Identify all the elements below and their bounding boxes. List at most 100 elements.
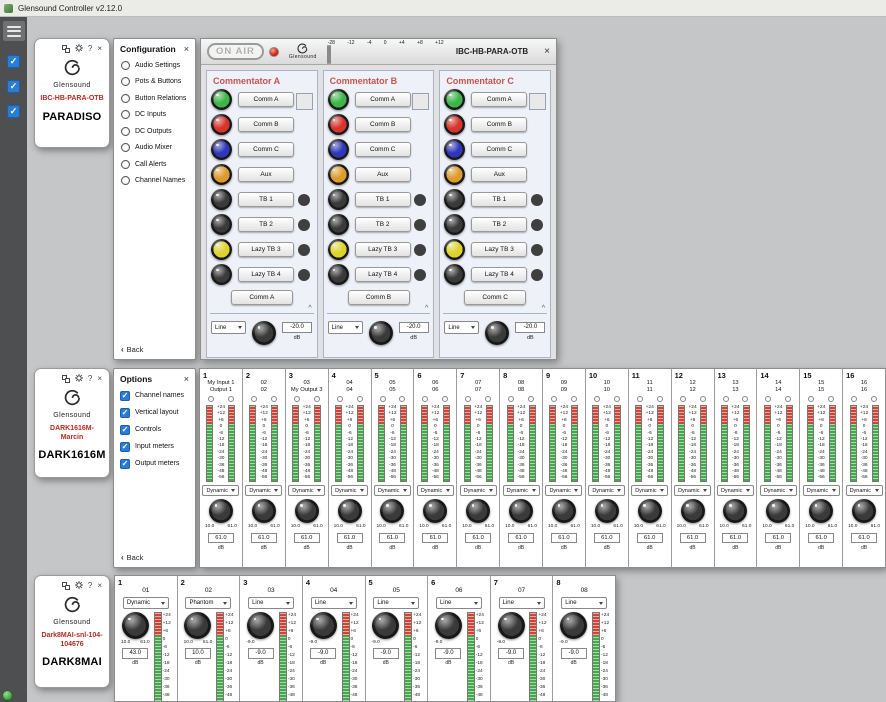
- source-button[interactable]: TB 2: [355, 217, 411, 232]
- gain-value-input[interactable]: 61.0: [208, 533, 234, 543]
- input-mode-select[interactable]: Line: [248, 597, 294, 609]
- input-mode-select[interactable]: Line: [311, 597, 357, 609]
- gain-knob[interactable]: [681, 499, 705, 523]
- checkbox-checked[interactable]: ✓: [120, 425, 130, 435]
- copy-icon[interactable]: [62, 375, 70, 383]
- trim-knob[interactable]: [414, 144, 426, 156]
- level-knob[interactable]: [211, 239, 232, 260]
- checkbox-checked[interactable]: ✓: [120, 408, 130, 418]
- input-mode-select[interactable]: Dynamic: [202, 485, 239, 496]
- gain-value-input[interactable]: 61.0: [722, 533, 748, 543]
- gain-knob[interactable]: [595, 499, 619, 523]
- input-gain-knob[interactable]: [252, 321, 276, 345]
- device-visibility-checkbox[interactable]: ✓: [7, 105, 20, 118]
- source-button[interactable]: Lazy TB 3: [238, 242, 294, 257]
- gain-knob[interactable]: [252, 499, 276, 523]
- source-button[interactable]: Lazy TB 3: [355, 242, 411, 257]
- copy-icon[interactable]: [62, 45, 70, 53]
- menu-hamburger-icon[interactable]: [3, 21, 25, 41]
- trim-knob[interactable]: [531, 169, 543, 181]
- source-button[interactable]: TB 1: [238, 192, 294, 207]
- level-knob[interactable]: [328, 139, 349, 160]
- trim-knob[interactable]: [414, 119, 426, 131]
- config-option[interactable]: DC Outputs: [114, 123, 195, 140]
- device-visibility-checkbox[interactable]: ✓: [7, 80, 20, 93]
- close-icon[interactable]: ×: [97, 582, 102, 590]
- trim-knob[interactable]: [414, 244, 426, 256]
- source-button[interactable]: Comm A: [238, 92, 294, 107]
- trim-knob[interactable]: [298, 269, 310, 281]
- gain-knob[interactable]: [435, 612, 462, 639]
- back-button[interactable]: ‹ Back: [121, 553, 143, 562]
- option-row[interactable]: ✓ Channel names: [114, 387, 195, 404]
- gain-value-input[interactable]: 10.0: [185, 648, 211, 659]
- gain-value-input[interactable]: 61.0: [251, 533, 277, 543]
- level-knob[interactable]: [328, 239, 349, 260]
- gain-knob[interactable]: [766, 499, 790, 523]
- radio-icon[interactable]: [121, 94, 130, 103]
- source-button[interactable]: TB 1: [471, 192, 527, 207]
- gain-knob[interactable]: [466, 499, 490, 523]
- level-knob[interactable]: [328, 189, 349, 210]
- gain-value-input[interactable]: 61.0: [508, 533, 534, 543]
- route-button[interactable]: Comm C: [464, 290, 526, 305]
- settings-gear-icon[interactable]: [75, 44, 83, 54]
- gain-value-input[interactable]: 61.0: [551, 533, 577, 543]
- level-knob[interactable]: [211, 139, 232, 160]
- trim-knob[interactable]: [531, 244, 543, 256]
- trim-knob[interactable]: [531, 119, 543, 131]
- gain-knob[interactable]: [247, 612, 274, 639]
- source-button[interactable]: TB 1: [355, 192, 411, 207]
- option-row[interactable]: ✓ Vertical layout: [114, 404, 195, 421]
- input-gain-knob[interactable]: [369, 321, 393, 345]
- level-knob[interactable]: [211, 189, 232, 210]
- gain-value-input[interactable]: 43.0: [122, 648, 148, 659]
- help-icon[interactable]: ?: [88, 582, 92, 590]
- option-row[interactable]: ✓ Input meters: [114, 438, 195, 455]
- level-knob[interactable]: [444, 164, 465, 185]
- gain-value-input[interactable]: -9.0: [310, 648, 336, 659]
- level-knob[interactable]: [328, 114, 349, 135]
- level-knob[interactable]: [444, 189, 465, 210]
- gain-knob[interactable]: [498, 612, 525, 639]
- close-icon[interactable]: ×: [97, 45, 102, 53]
- gain-knob[interactable]: [122, 612, 149, 639]
- input-mode-select[interactable]: Dynamic: [331, 485, 368, 496]
- help-icon[interactable]: ?: [88, 375, 92, 383]
- input-type-select[interactable]: Line: [328, 321, 363, 334]
- gain-knob[interactable]: [560, 612, 587, 639]
- input-mode-select[interactable]: Dynamic: [245, 485, 282, 496]
- checkbox-checked[interactable]: ✓: [120, 459, 130, 469]
- source-button[interactable]: Comm B: [471, 117, 527, 132]
- gain-value-input[interactable]: 61.0: [594, 533, 620, 543]
- source-button[interactable]: Aux: [355, 167, 411, 182]
- input-type-select[interactable]: Line: [211, 321, 246, 334]
- gain-value-input[interactable]: 61.0: [680, 533, 706, 543]
- trim-knob[interactable]: [298, 144, 310, 156]
- gain-knob[interactable]: [338, 499, 362, 523]
- config-option[interactable]: Pots & Buttons: [114, 74, 195, 91]
- input-mode-select[interactable]: Dynamic: [760, 485, 797, 496]
- config-option[interactable]: Audio Mixer: [114, 140, 195, 157]
- gain-value-input[interactable]: -9.0: [561, 648, 587, 659]
- gain-value-input[interactable]: 61.0: [465, 533, 491, 543]
- source-button[interactable]: Comm B: [238, 117, 294, 132]
- radio-icon[interactable]: [121, 77, 130, 86]
- trim-knob[interactable]: [298, 244, 310, 256]
- scroll-up-icon[interactable]: ^: [308, 305, 311, 312]
- close-icon[interactable]: ×: [97, 375, 102, 383]
- source-button[interactable]: Comm A: [471, 92, 527, 107]
- input-mode-select[interactable]: Dynamic: [846, 485, 883, 496]
- gain-value-input[interactable]: -9.0: [248, 648, 274, 659]
- trim-knob[interactable]: [531, 269, 543, 281]
- level-knob[interactable]: [444, 239, 465, 260]
- settings-gear-icon[interactable]: [75, 374, 83, 384]
- gain-value-input[interactable]: -20.0: [515, 322, 545, 333]
- source-button[interactable]: Lazy TB 3: [471, 242, 527, 257]
- level-knob[interactable]: [211, 264, 232, 285]
- trim-knob[interactable]: [531, 194, 543, 206]
- level-knob[interactable]: [444, 139, 465, 160]
- source-button[interactable]: TB 2: [471, 217, 527, 232]
- input-mode-select[interactable]: Dynamic: [631, 485, 668, 496]
- help-icon[interactable]: ?: [88, 45, 92, 53]
